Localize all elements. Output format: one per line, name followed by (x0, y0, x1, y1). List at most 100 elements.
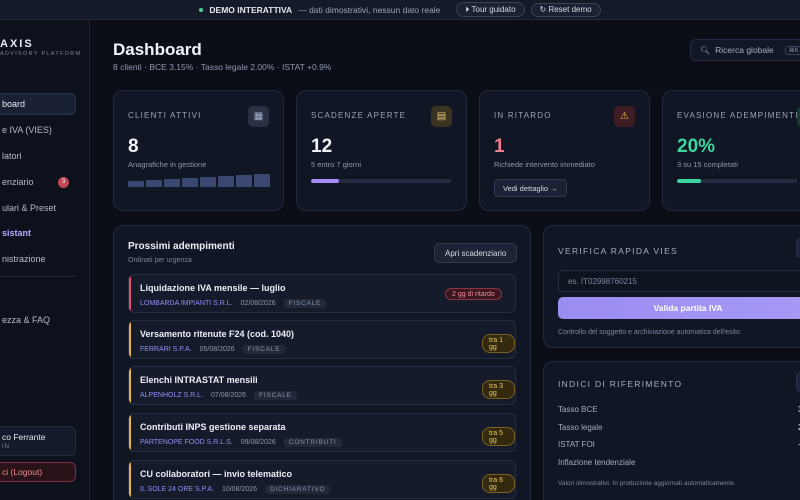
deadline-name: Contributi INPS gestione separata (140, 422, 286, 432)
user-role: IN (2, 444, 10, 450)
urgency-stripe (129, 414, 131, 451)
status-dot-icon (199, 7, 204, 12)
sidebar-item-calculators[interactable]: latori (0, 145, 76, 167)
stat-label: CLIENTI ATTIVI (128, 111, 202, 120)
sidebar: AXIS ADVISORY PLATFORM board e IVA (VIES… (0, 20, 90, 500)
deadline-item[interactable]: Versamento ritenute F24 (cod. 1040) FERR… (128, 320, 516, 359)
index-label: Tasso legale (558, 423, 603, 432)
sidebar-divider (0, 276, 76, 277)
deadline-item[interactable]: Contributi INPS gestione separata PARTEN… (128, 413, 516, 452)
deadline-category: FISCALE (242, 345, 286, 354)
indices-note: Valori dimostrativi. In produzione aggio… (558, 480, 736, 487)
sidebar-item-label: board (2, 99, 26, 109)
calendar-icon: ▤ (431, 106, 452, 127)
deadline-name: CU collaboratori — invio telematico (140, 469, 293, 479)
sidebar-item-security-faq[interactable]: ezza & FAQ (0, 309, 76, 331)
validate-vat-button[interactable]: Valida partita IVA (558, 297, 800, 319)
sidebar-item-label: enziario (2, 177, 34, 187)
deadline-status-badge: tra 6 gg (482, 474, 515, 493)
reset-demo-button[interactable]: ↻ Reset demo (530, 2, 601, 17)
vat-number-input[interactable]: es. IT02998760215 (558, 270, 800, 292)
sidebar-item-dashboard[interactable]: board (0, 93, 76, 115)
global-search[interactable]: 🔍︎ Ricerca globale ⌘K (690, 39, 800, 61)
user-profile[interactable]: co Ferrante IN (0, 426, 76, 456)
open-deadlines-button[interactable]: Apri scadenziario (434, 243, 518, 263)
stat-value: 12 (311, 136, 333, 157)
sidebar-item-deadlines[interactable]: enziario 3 (0, 171, 76, 193)
mini-bar (128, 181, 144, 187)
page-title: Dashboard (113, 40, 202, 59)
index-label: ISTAT FOI (558, 440, 595, 449)
index-row: Tasso BCE3 (558, 405, 800, 414)
urgency-stripe (129, 321, 131, 358)
deadline-meta: IL SOLE 24 ORE S.P.A. 10/08/2026 DICHIAR… (140, 485, 331, 494)
stat-card-active-clients: CLIENTI ATTIVI ▦ 8 Anagrafiche in gestio… (113, 90, 284, 211)
sidebar-item-label: ezza & FAQ (2, 315, 51, 325)
deadline-item[interactable]: Liquidazione IVA mensile — luglio LOMBAR… (128, 274, 516, 313)
deadline-date: 05/08/2026 (199, 346, 235, 353)
sidebar-item-forms-presets[interactable]: ulari & Preset (0, 197, 76, 219)
deadline-name: Liquidazione IVA mensile — luglio (140, 283, 286, 293)
building-icon: ▦ (248, 106, 269, 127)
sidebar-item-label: e IVA (VIES) (2, 125, 52, 135)
sidebar-item-label: ulari & Preset (2, 203, 57, 213)
mini-bar (218, 176, 234, 187)
stat-label: SCADENZE APERTE (311, 111, 407, 120)
mini-bar (182, 178, 198, 187)
sidebar-item-label: latori (2, 151, 22, 161)
deadline-client: IL SOLE 24 ORE S.P.A. (140, 486, 214, 493)
deadlines-progress-bar (311, 179, 451, 183)
stat-card-completion: EVASIONE ADEMPIMENTI ✓ 20% 3 su 15 compl… (662, 90, 800, 211)
deadline-category: DICHIARATIVO (264, 485, 331, 494)
view-detail-button[interactable]: Vedi dettaglio → (494, 179, 567, 197)
deadline-meta: PARTENOPE FOOD S.R.L.S. 09/08/2026 CONTR… (140, 438, 342, 447)
stat-value: 1 (494, 136, 505, 157)
mini-bar-chart (128, 174, 270, 187)
search-shortcut: ⌘K (784, 45, 800, 55)
sidebar-item-label: nistrazione (2, 254, 46, 264)
deadline-item[interactable]: Elenchi INTRASTAT mensili ALPENHOLZ S.R.… (128, 366, 516, 405)
deadline-category: FISCALE (283, 299, 327, 308)
sidebar-item-administration[interactable]: nistrazione (0, 248, 76, 270)
upcoming-deadlines-panel: Prossimi adempimenti Ordinati per urgenz… (113, 225, 531, 500)
sidebar-item-vies[interactable]: e IVA (VIES) (0, 119, 76, 141)
logo-subtitle: ADVISORY PLATFORM (0, 51, 82, 57)
demo-text: — dati dimostrativi, nessun dato reale (298, 4, 441, 15)
deadline-date: 10/08/2026 (221, 486, 257, 493)
indices-menu-button[interactable] (796, 372, 800, 392)
logo: AXIS (0, 38, 34, 50)
deadline-date: 07/08/2026 (211, 392, 247, 399)
sidebar-item-assistant[interactable]: sistant (0, 222, 76, 244)
stat-card-open-deadlines: SCADENZE APERTE ▤ 12 5 entro 7 giorni (296, 90, 467, 211)
deadline-item[interactable]: CU collaboratori — invio telematico IL S… (128, 460, 516, 499)
deadline-meta: FERRARI S.P.A. 05/08/2026 FISCALE (140, 345, 286, 354)
logout-button[interactable]: ci (Logout) (0, 462, 76, 482)
demo-banner: DEMO INTERATTIVA — dati dimostrativi, ne… (0, 0, 800, 20)
indices-title: INDICI DI RIFERIMENTO (558, 379, 683, 389)
vies-menu-button[interactable] (796, 238, 800, 258)
deadline-date: 02/08/2026 (240, 300, 276, 307)
stat-value: 20% (677, 136, 716, 157)
stat-label: IN RITARDO (494, 111, 552, 120)
index-label: Inflazione tendenziale (558, 458, 636, 467)
deadline-status-badge: tra 3 gg (482, 380, 515, 399)
panel-subtitle: Ordinati per urgenza (128, 257, 192, 264)
search-icon: 🔍︎ (700, 45, 711, 55)
sidebar-item-label: sistant (2, 228, 32, 238)
stat-label: EVASIONE ADEMPIMENTI (677, 111, 799, 120)
stat-subtitle: 5 entro 7 giorni (311, 160, 362, 169)
deadline-status-badge: tra 5 gg (482, 427, 515, 446)
vies-note: Controllo del soggetto e archiviazione a… (558, 329, 742, 336)
warning-icon: ⚠ (614, 106, 635, 127)
demo-label: DEMO INTERATTIVA (209, 4, 293, 15)
mini-bar (236, 175, 252, 187)
deadline-category: CONTRIBUTI (283, 438, 342, 447)
tour-button[interactable]: ⏵ Tour guidato (456, 2, 525, 17)
index-row: Tasso legale2. (558, 423, 800, 432)
user-name: co Ferrante (2, 432, 46, 442)
deadline-meta: LOMBARDA IMPIANTI S.R.L. 02/08/2026 FISC… (140, 299, 327, 308)
vies-title: VERIFICA RAPIDA VIES (558, 246, 679, 256)
stat-value: 8 (128, 136, 139, 157)
deadline-meta: ALPENHOLZ S.R.L. 07/08/2026 FISCALE (140, 391, 297, 400)
deadline-status-badge: tra 1 gg (482, 334, 515, 353)
